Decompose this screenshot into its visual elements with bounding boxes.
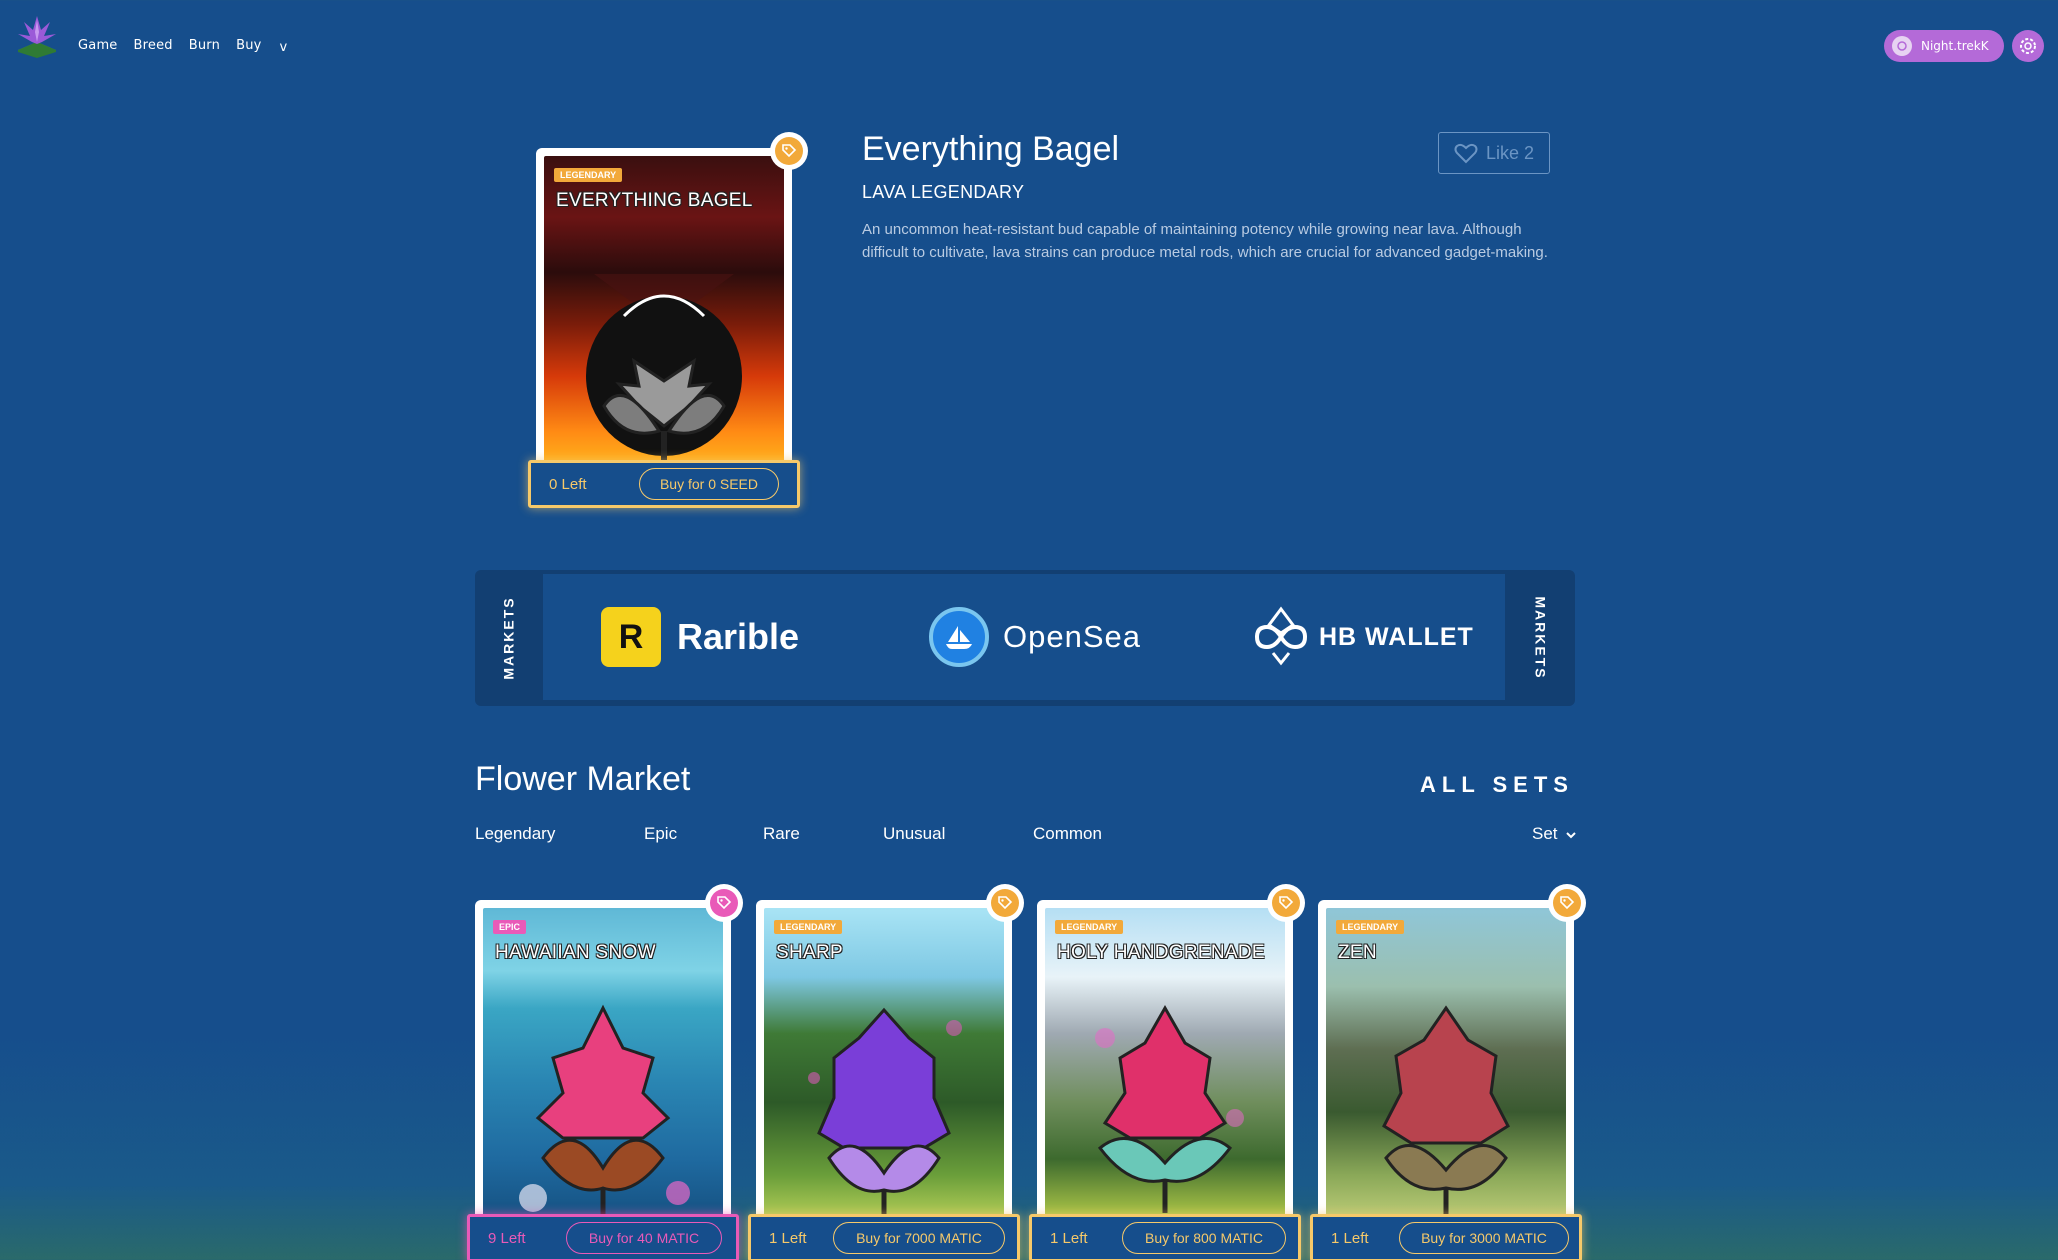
flower-card-art: LEGENDARY HOLY HANDGRENADE bbox=[1045, 908, 1285, 1222]
gear-icon bbox=[2020, 38, 2036, 54]
user-account-button[interactable]: Night.trekK bbox=[1884, 30, 2004, 62]
price-tag-icon bbox=[986, 884, 1024, 922]
bud-icon bbox=[1382, 1005, 1510, 1216]
buy-button[interactable]: Buy for 3000 MATIC bbox=[1399, 1222, 1569, 1254]
featured-card[interactable]: LEGENDARY EVERYTHING BAGEL bbox=[536, 148, 792, 470]
market-hb-wallet[interactable]: HB WALLET bbox=[1249, 574, 1474, 700]
leaf-logo-icon[interactable] bbox=[14, 12, 60, 58]
flower-card[interactable]: LEGENDARY HOLY HANDGRENADE bbox=[1037, 900, 1293, 1230]
set-dropdown-label: Set bbox=[1532, 824, 1558, 843]
featured-card-name: EVERYTHING BAGEL bbox=[556, 190, 753, 211]
rarity-badge: LEGENDARY bbox=[1336, 920, 1405, 934]
price-tag-icon bbox=[705, 884, 743, 922]
buy-button[interactable]: Buy for 40 MATIC bbox=[566, 1222, 722, 1254]
top-nav: Game Breed Burn Buy v Night.trekK bbox=[0, 0, 2058, 90]
flower-card[interactable]: LEGENDARY ZEN bbox=[1318, 900, 1574, 1230]
heart-icon bbox=[1454, 143, 1478, 164]
rarity-badge: LEGENDARY bbox=[1055, 920, 1124, 934]
markets-label-left: MARKETS bbox=[501, 596, 518, 680]
bud-icon bbox=[519, 1004, 690, 1218]
bud-icon bbox=[808, 1007, 962, 1218]
filter-epic[interactable]: Epic bbox=[644, 824, 677, 844]
nav-buy[interactable]: Buy bbox=[236, 38, 261, 53]
flower-buy-bar: 1 Left Buy for 800 MATIC bbox=[1029, 1214, 1301, 1260]
flower-card[interactable]: LEGENDARY SHARP bbox=[756, 900, 1012, 1230]
market-opensea-label: OpenSea bbox=[1003, 619, 1141, 654]
nav-burn[interactable]: Burn bbox=[189, 38, 220, 53]
flower-card-name: HAWAIIAN SNOW bbox=[495, 942, 656, 963]
left-count: 9 Left bbox=[488, 1229, 526, 1247]
strain-type: LAVA LEGENDARY bbox=[862, 182, 1025, 202]
flower-card-name: SHARP bbox=[776, 942, 843, 963]
filter-unusual[interactable]: Unusual bbox=[883, 824, 945, 844]
filter-legendary[interactable]: Legendary bbox=[475, 824, 555, 844]
flower-card-art: LEGENDARY ZEN bbox=[1326, 908, 1566, 1222]
flower-card-art: EPIC HAWAIIAN SNOW bbox=[483, 908, 723, 1222]
featured-card-art: LEGENDARY EVERYTHING BAGEL bbox=[544, 156, 784, 462]
markets-label-right: MARKETS bbox=[1533, 596, 1550, 680]
hb-wallet-logo-icon bbox=[1254, 606, 1308, 666]
lava-bud-icon bbox=[586, 274, 742, 461]
flower-card-name: HOLY HANDGRENADE bbox=[1057, 942, 1265, 963]
buy-button[interactable]: Buy for 800 MATIC bbox=[1122, 1222, 1286, 1254]
left-count: 1 Left bbox=[1050, 1229, 1088, 1247]
market-opensea[interactable]: OpenSea bbox=[929, 574, 1141, 700]
flower-buy-bar: 1 Left Buy for 7000 MATIC bbox=[748, 1214, 1020, 1260]
filter-common[interactable]: Common bbox=[1033, 824, 1102, 844]
like-label: Like 2 bbox=[1485, 142, 1535, 163]
flower-buy-bar: 1 Left Buy for 3000 MATIC bbox=[1310, 1214, 1582, 1260]
rarity-badge: LEGENDARY bbox=[554, 168, 623, 182]
buy-button[interactable]: Buy for 7000 MATIC bbox=[833, 1222, 1005, 1254]
strain-description: An uncommon heat-resistant bud capable o… bbox=[862, 221, 1548, 261]
rarity-badge: EPIC bbox=[493, 920, 527, 934]
featured-buy-button[interactable]: Buy for 0 SEED bbox=[639, 468, 779, 500]
rarible-logo-icon: R bbox=[601, 607, 661, 667]
user-name: Night.trekK bbox=[1921, 39, 1989, 53]
like-button[interactable]: Like 2 bbox=[1438, 132, 1550, 174]
flower-card-name: ZEN bbox=[1338, 942, 1377, 963]
market-rarible-label: Rarible bbox=[677, 616, 800, 657]
nav-breed[interactable]: Breed bbox=[134, 38, 173, 53]
price-tag-icon bbox=[1548, 884, 1586, 922]
chevron-down-icon bbox=[1566, 832, 1576, 839]
settings-button[interactable] bbox=[2012, 30, 2044, 62]
left-count: 1 Left bbox=[1331, 1229, 1369, 1247]
bud-icon bbox=[1095, 1004, 1244, 1213]
page-title: Everything Bagel bbox=[862, 130, 1120, 168]
flower-card[interactable]: EPIC HAWAIIAN SNOW bbox=[475, 900, 731, 1230]
opensea-logo-icon bbox=[929, 607, 989, 667]
market-rarible[interactable]: R Rarible bbox=[601, 574, 799, 700]
left-count: 1 Left bbox=[769, 1229, 807, 1247]
price-tag-icon bbox=[770, 132, 808, 170]
flower-card-art: LEGENDARY SHARP bbox=[764, 908, 1004, 1222]
price-tag-icon bbox=[1267, 884, 1305, 922]
filter-rare[interactable]: Rare bbox=[763, 824, 800, 844]
flower-market-title: Flower Market bbox=[475, 760, 691, 798]
markets-panel: MARKETS R Rarible OpenSea HB WALLET MARK… bbox=[475, 570, 1575, 706]
user-avatar-icon bbox=[1892, 36, 1912, 56]
featured-left-count: 0 Left bbox=[549, 475, 587, 493]
set-dropdown[interactable]: Set bbox=[1532, 824, 1576, 844]
rarity-badge: LEGENDARY bbox=[774, 920, 843, 934]
all-sets-link[interactable]: ALL SETS bbox=[1420, 772, 1574, 798]
flower-buy-bar: 9 Left Buy for 40 MATIC bbox=[467, 1214, 739, 1260]
nav-more-dropdown[interactable]: v bbox=[280, 40, 288, 55]
nav-game[interactable]: Game bbox=[78, 38, 118, 53]
market-hb-wallet-label: HB WALLET bbox=[1319, 622, 1474, 651]
featured-buy-bar: 0 Left Buy for 0 SEED bbox=[528, 460, 800, 508]
